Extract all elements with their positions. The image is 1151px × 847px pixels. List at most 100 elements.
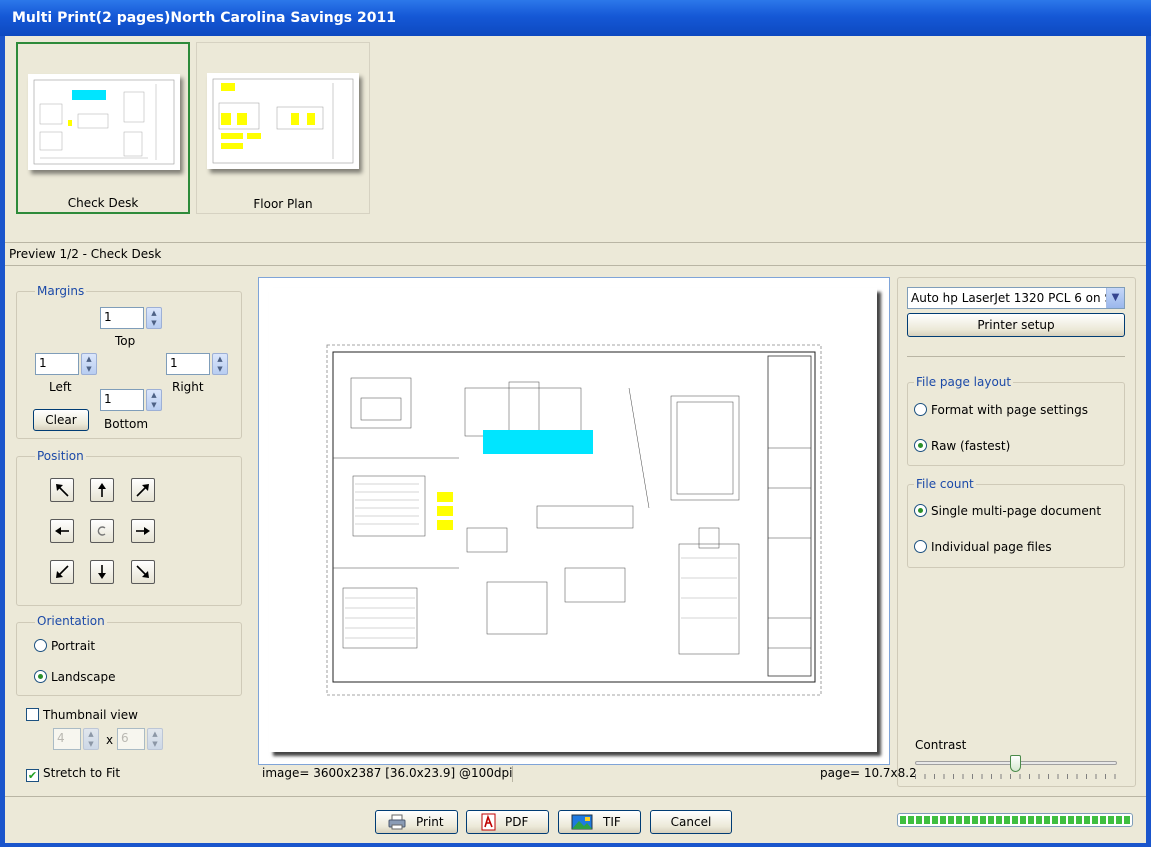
margin-left-input[interactable]: 1 <box>35 353 79 375</box>
margin-right-input[interactable]: 1 <box>166 353 210 375</box>
arrow-up-right-icon <box>136 484 149 497</box>
thumbnail-label: Check Desk <box>67 196 139 210</box>
clear-margins-button[interactable]: Clear <box>33 409 89 431</box>
thumbnail-check-desk[interactable]: Check Desk <box>16 42 190 214</box>
checkbox[interactable] <box>26 708 39 721</box>
margin-right-label: Right <box>172 380 204 394</box>
image-info-status: image= 3600x2387 [36.0x23.9] @100dpi <box>262 766 513 780</box>
radio-button[interactable] <box>914 540 927 553</box>
raw-fastest-label: Raw (fastest) <box>931 439 1011 453</box>
margin-right-spin-buttons[interactable]: ▲ ▼ <box>212 353 228 375</box>
printer-select-value: Auto hp LaserJet 1320 PCL 6 on S <box>911 291 1113 305</box>
position-bottom-right-button[interactable] <box>131 560 155 584</box>
margin-bottom-label: Bottom <box>104 417 149 431</box>
raw-fastest-radio[interactable]: Raw (fastest) <box>914 438 1010 456</box>
orientation-group-label: Orientation <box>35 614 107 628</box>
window-title-bar[interactable]: Multi Print(2 pages)North Carolina Savin… <box>0 0 1151 36</box>
format-with-page-settings-label: Format with page settings <box>931 403 1089 417</box>
tif-button-label: TIF <box>603 815 621 829</box>
printer-setup-button[interactable]: Printer setup <box>907 313 1125 337</box>
printer-icon <box>388 814 406 830</box>
stretch-to-fit-checkbox[interactable]: ✔ Stretch to Fit <box>26 765 120 783</box>
arrow-up-icon <box>98 483 106 497</box>
thumbnail-cols-spin-buttons[interactable]: ▲ ▼ <box>83 728 99 750</box>
chevron-down-icon[interactable]: ▼ <box>1106 288 1124 308</box>
margin-top-label: Top <box>115 334 136 348</box>
single-multi-page-document-label: Single multi-page document <box>931 504 1102 518</box>
blueprint-preview <box>326 344 822 696</box>
preview-label: Preview 1/2 - Check Desk <box>9 247 162 261</box>
preview-status-label: Preview 1/2 - Check Desk <box>5 242 1146 266</box>
portrait-radio[interactable]: Portrait <box>34 638 95 656</box>
pdf-button[interactable]: PDF <box>466 810 549 834</box>
thumbnail-cols-input[interactable]: 4 <box>53 728 81 750</box>
radio-button[interactable] <box>34 670 47 683</box>
arrow-up-left-icon <box>56 484 69 497</box>
contrast-slider-thumb[interactable] <box>1010 755 1021 772</box>
divider <box>907 356 1125 357</box>
radio-button[interactable] <box>34 639 47 652</box>
margin-bottom-spin-buttons[interactable]: ▲ ▼ <box>146 389 162 411</box>
position-top-right-button[interactable] <box>131 478 155 502</box>
single-multi-page-document-radio[interactable]: Single multi-page document <box>914 503 1101 521</box>
position-bottom-button[interactable] <box>90 560 114 584</box>
checkbox[interactable]: ✔ <box>26 769 39 782</box>
margin-left-spin-buttons[interactable]: ▲ ▼ <box>81 353 97 375</box>
landscape-label: Landscape <box>51 670 116 684</box>
radio-button[interactable] <box>914 403 927 416</box>
tif-image-icon <box>571 814 593 830</box>
individual-page-files-radio[interactable]: Individual page files <box>914 539 1052 557</box>
stretch-to-fit-label: Stretch to Fit <box>43 766 121 780</box>
printer-select[interactable]: Auto hp LaserJet 1320 PCL 6 on S ▼ <box>907 287 1125 309</box>
thumbnail-grid-times: x <box>106 733 114 747</box>
file-page-layout-label: File page layout <box>914 375 1014 389</box>
margins-group-label: Margins <box>35 284 87 298</box>
window-title: Multi Print(2 pages)North Carolina Savin… <box>12 10 396 26</box>
print-button-label: Print <box>416 815 444 829</box>
margin-bottom-input[interactable]: 1 <box>100 389 144 411</box>
page-thumbnail-strip: Check Desk Floor Plan <box>5 36 1146 240</box>
status-divider <box>512 766 513 782</box>
center-icon <box>97 526 106 536</box>
position-left-button[interactable] <box>50 519 74 543</box>
arrow-right-icon <box>136 527 150 535</box>
progress-bar <box>897 813 1133 827</box>
thumbnail-rows-spin-buttons[interactable]: ▲ ▼ <box>147 728 163 750</box>
thumbnail-label: Floor Plan <box>253 197 313 211</box>
margin-top-input[interactable]: 1 <box>100 307 144 329</box>
thumbnail-view-checkbox[interactable]: Thumbnail view <box>26 707 138 725</box>
window-frame-right <box>1146 36 1151 847</box>
arrow-down-icon <box>98 565 106 579</box>
thumbnail-floor-plan[interactable]: Floor Plan <box>196 42 370 214</box>
print-button[interactable]: Print <box>375 810 458 834</box>
pdf-icon <box>481 813 496 831</box>
format-with-page-settings-radio[interactable]: Format with page settings <box>914 402 1088 420</box>
radio-button[interactable] <box>914 504 927 517</box>
arrow-left-icon <box>55 527 69 535</box>
pdf-button-label: PDF <box>505 815 529 829</box>
arrow-down-left-icon <box>56 565 69 578</box>
position-group-label: Position <box>35 449 86 463</box>
portrait-label: Portrait <box>51 639 96 653</box>
position-bottom-left-button[interactable] <box>50 560 74 584</box>
position-top-left-button[interactable] <box>50 478 74 502</box>
progress-bar-fill <box>900 816 1130 824</box>
position-center-button[interactable] <box>90 519 114 543</box>
thumbnail-image <box>207 73 359 169</box>
thumbnail-view-label: Thumbnail view <box>43 708 138 722</box>
window-frame-bottom <box>0 843 1151 847</box>
tif-button[interactable]: TIF <box>558 810 641 834</box>
landscape-radio[interactable]: Landscape <box>34 669 115 687</box>
radio-button[interactable] <box>914 439 927 452</box>
preview-page <box>269 288 877 752</box>
thumbnail-rows-input[interactable]: 6 <box>117 728 145 750</box>
margin-left-label: Left <box>49 380 72 394</box>
individual-page-files-label: Individual page files <box>931 540 1052 554</box>
print-preview-area <box>258 277 890 765</box>
margin-top-spin-buttons[interactable]: ▲ ▼ <box>146 307 162 329</box>
thumbnail-image <box>28 74 180 170</box>
position-right-button[interactable] <box>131 519 155 543</box>
cancel-button[interactable]: Cancel <box>650 810 732 834</box>
position-top-button[interactable] <box>90 478 114 502</box>
file-count-label: File count <box>914 477 976 491</box>
